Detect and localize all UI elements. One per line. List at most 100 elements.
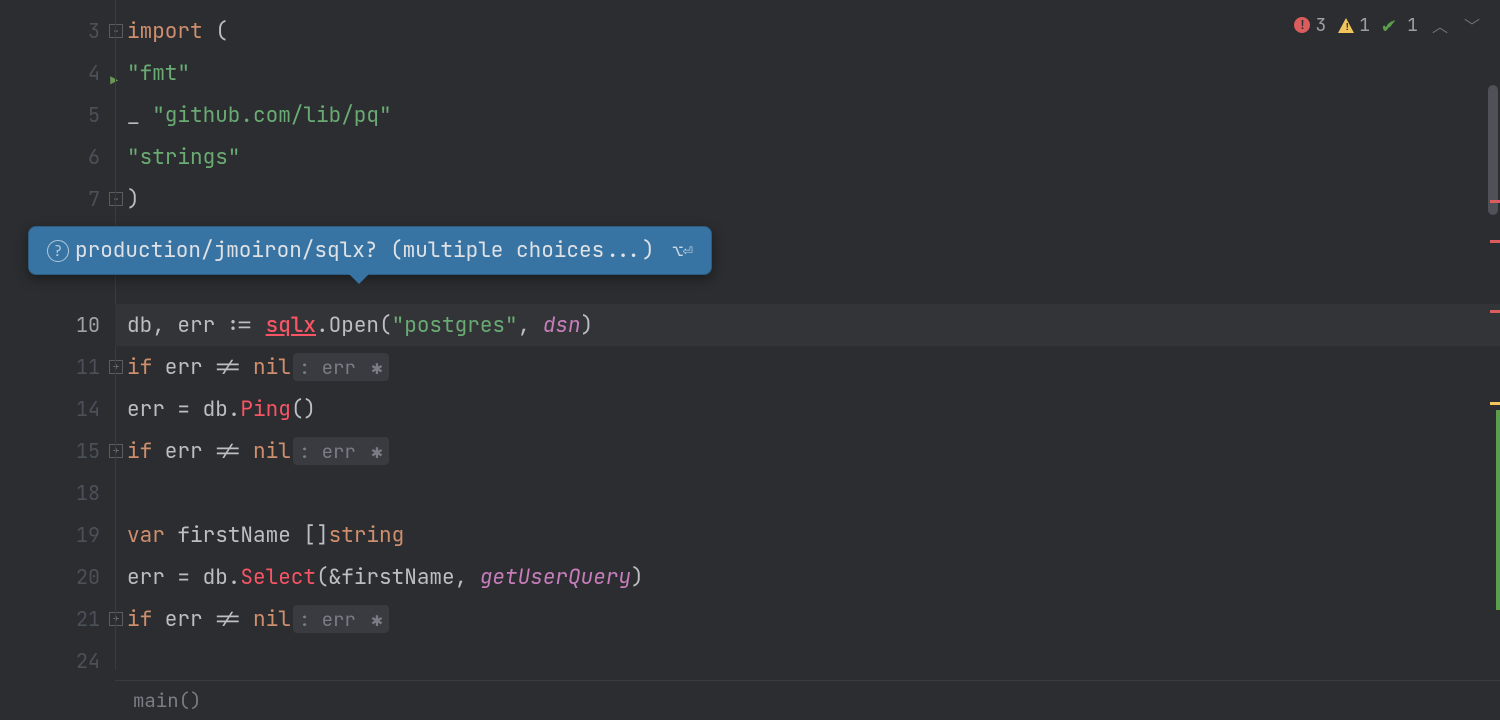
code-area[interactable]: import ( "fmt" _ "github.com/lib/pq" "st… xyxy=(115,0,1500,720)
hint-star-icon: ✱ xyxy=(360,355,383,380)
line-number[interactable]: 6 xyxy=(0,136,115,178)
error-stripe[interactable] xyxy=(1490,240,1500,243)
code-line-empty[interactable] xyxy=(115,640,1500,682)
question-icon: ? xyxy=(47,240,69,262)
line-number[interactable]: 4 xyxy=(0,52,115,94)
line-numbers: 3 4 5 ▶ 6 7 10 11 xyxy=(0,10,115,682)
error-stripe[interactable] xyxy=(1490,200,1500,203)
code-text: () xyxy=(291,396,316,423)
breadcrumb-item[interactable]: main() xyxy=(133,688,201,713)
line-number-text: 18 xyxy=(76,480,100,506)
code-line[interactable]: "strings" xyxy=(115,136,1500,178)
warning-icon xyxy=(1338,18,1354,33)
line-number[interactable]: 19 xyxy=(0,514,115,556)
inlay-hint[interactable]: : err ✱ xyxy=(293,353,389,381)
inspection-ok[interactable]: ✔✔ 1 xyxy=(1382,12,1418,38)
inlay-hint[interactable]: : err ✱ xyxy=(293,437,389,465)
warning-stripe[interactable] xyxy=(1490,402,1500,405)
keyword-if: if xyxy=(127,354,152,381)
line-number-text: 11 xyxy=(76,354,100,380)
line-number[interactable]: 14 xyxy=(0,388,115,430)
inspection-warnings[interactable]: 1 xyxy=(1338,14,1370,37)
code-line[interactable]: if err != nil : err ✱ xyxy=(115,346,1500,388)
line-number-text: 24 xyxy=(76,648,100,674)
code-line[interactable]: _ "github.com/lib/pq" xyxy=(115,94,1500,136)
line-number-text: 7 xyxy=(88,186,100,212)
code-line[interactable]: import ( xyxy=(115,10,1500,52)
inspection-bar: ! 3 1 ✔✔ 1 ︿ ﹀ xyxy=(1294,12,1482,38)
line-number[interactable]: 24 xyxy=(0,640,115,682)
method-select: Select xyxy=(240,564,316,591)
line-number[interactable]: 7 xyxy=(0,178,115,220)
method-ping: Ping xyxy=(240,396,290,423)
code-line[interactable]: err = db.Ping() xyxy=(115,388,1500,430)
line-number-text: 19 xyxy=(76,522,100,548)
keyword-nil: nil xyxy=(253,606,291,633)
hint-star-icon: ✱ xyxy=(360,607,383,632)
code-line[interactable]: var firstName []string xyxy=(115,514,1500,556)
tooltip-shortcut: ⌥⏎ xyxy=(673,240,693,262)
intention-tooltip[interactable]: ? production/jmoiron/sqlx? (multiple cho… xyxy=(28,226,712,275)
code-line-current[interactable]: db, err := sqlx.Open("postgres", dsn) xyxy=(115,304,1500,346)
error-icon: ! xyxy=(1294,17,1310,33)
inlay-hint[interactable]: : err ✱ xyxy=(293,605,389,633)
line-number[interactable]: 20 xyxy=(0,556,115,598)
line-number[interactable]: 15 xyxy=(0,430,115,472)
check-icon: ✔✔ xyxy=(1382,12,1394,38)
line-number-text: 6 xyxy=(88,144,100,170)
code-line[interactable]: if err != nil : err ✱ xyxy=(115,430,1500,472)
scrollbar-track[interactable] xyxy=(1486,50,1500,670)
line-number[interactable]: 5 ▶ xyxy=(0,94,115,136)
line-number[interactable]: 3 xyxy=(0,10,115,52)
code-line[interactable]: "fmt" xyxy=(115,52,1500,94)
line-number-text: 20 xyxy=(76,564,100,590)
editor-container: 3 4 5 ▶ 6 7 10 11 xyxy=(0,0,1500,720)
blank-import: _ xyxy=(127,102,152,129)
line-number-text: 4 xyxy=(88,60,100,86)
line-number[interactable]: 21 xyxy=(0,598,115,640)
line-number-text: 10 xyxy=(76,312,100,338)
string-literal: "postgres" xyxy=(392,312,518,339)
prev-highlight-icon[interactable]: ︿ xyxy=(1430,13,1450,37)
code-text: != xyxy=(215,354,253,381)
line-number[interactable]: 10 xyxy=(0,304,115,346)
code-line-empty[interactable] xyxy=(115,472,1500,514)
line-number-text: 5 xyxy=(88,102,100,128)
next-highlight-icon[interactable]: ﹀ xyxy=(1462,13,1482,37)
code-line[interactable]: if err != nil : err ✱ xyxy=(115,598,1500,640)
inspection-errors[interactable]: ! 3 xyxy=(1294,14,1326,37)
code-text: err = db. xyxy=(127,396,240,423)
ok-count: 1 xyxy=(1407,14,1418,37)
error-count: 3 xyxy=(1315,14,1326,37)
unresolved-sqlx[interactable]: sqlx xyxy=(266,312,316,339)
code-text: err xyxy=(152,354,215,381)
keyword-nil: nil xyxy=(253,354,291,381)
code-text: (&firstName, xyxy=(316,564,480,591)
line-number[interactable]: 18 xyxy=(0,472,115,514)
code-line[interactable]: ) xyxy=(115,178,1500,220)
hint-text: : err xyxy=(299,439,356,464)
punct: ( xyxy=(203,18,228,45)
keyword-import: import xyxy=(127,18,203,45)
error-stripe[interactable] xyxy=(1490,310,1500,313)
code-line[interactable]: err = db.Select(&firstName, getUserQuery… xyxy=(115,556,1500,598)
code-text: != xyxy=(215,438,253,465)
keyword-nil: nil xyxy=(253,438,291,465)
line-number[interactable]: 11 xyxy=(0,346,115,388)
code-text: err xyxy=(152,438,215,465)
scrollbar-thumb[interactable] xyxy=(1488,85,1498,215)
gutter: 3 4 5 ▶ 6 7 10 11 xyxy=(0,0,115,720)
tooltip-text: production/jmoiron/sqlx? (multiple choic… xyxy=(75,237,655,264)
line-number-text: 15 xyxy=(76,438,100,464)
ok-stripe[interactable] xyxy=(1496,410,1500,610)
param-dsn: dsn xyxy=(543,312,581,339)
import-path: "strings" xyxy=(127,144,240,171)
code-text: ) xyxy=(581,312,594,339)
warning-count: 1 xyxy=(1359,14,1370,37)
breadcrumb-bar[interactable]: main() xyxy=(115,680,1500,720)
code-text: db, err := xyxy=(127,312,266,339)
import-path: "fmt" xyxy=(127,60,190,87)
keyword-if: if xyxy=(127,438,152,465)
hint-star-icon: ✱ xyxy=(360,439,383,464)
code-text: firstName [] xyxy=(165,522,329,549)
